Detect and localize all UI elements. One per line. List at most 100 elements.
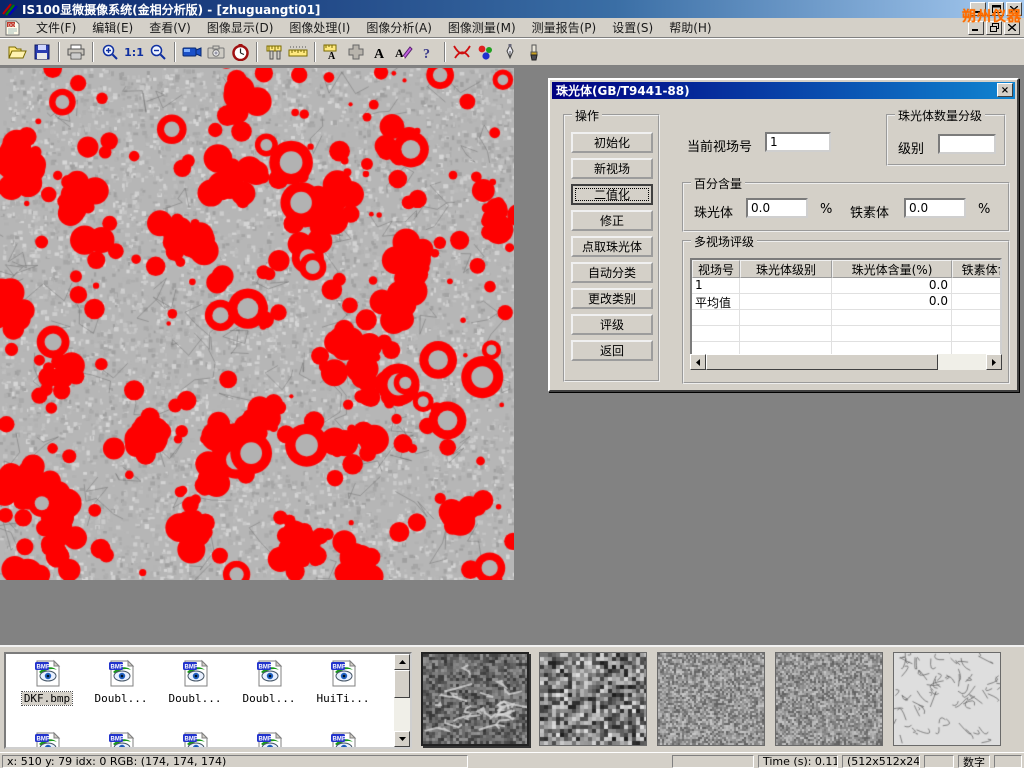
file-name[interactable]: Doubl... (167, 692, 224, 705)
current-field-input[interactable] (765, 132, 831, 152)
new-field-button[interactable]: 新视场 (571, 158, 653, 179)
file-item[interactable]: BMP (160, 730, 230, 749)
file-item[interactable]: BMPDKF.bmp (12, 658, 82, 705)
scroll-right-arrow[interactable] (986, 354, 1002, 370)
help-button[interactable]: ? (416, 40, 440, 64)
change-class-button[interactable]: 更改类别 (571, 288, 653, 309)
window-title: IS100显微摄像系统(金相分析版) - [zhuguangti01] (22, 1, 320, 18)
status-mode: 数字 (958, 755, 990, 768)
actual-size-button[interactable]: 1:1 (122, 40, 146, 64)
pearlite-percent-input[interactable] (746, 198, 808, 218)
toolbar-separator (92, 42, 94, 62)
scrollbar-thumb[interactable] (706, 354, 938, 370)
col-pearlite-grade[interactable]: 珠光体级别 (740, 260, 832, 278)
menu-item-image-analysis[interactable]: 图像分析(A) (358, 17, 440, 38)
scroll-left-arrow[interactable] (690, 354, 706, 370)
ruler-button[interactable] (286, 40, 310, 64)
status-coordinates: x: 510 y: 79 idx: 0 RGB: (174, 174, 174) (2, 755, 468, 768)
thumbnail-2[interactable] (539, 652, 647, 746)
dialog-close-button[interactable]: × (997, 83, 1013, 97)
svg-text:A: A (395, 46, 404, 60)
annotate-button[interactable]: A (392, 40, 416, 64)
document-icon[interactable]: DOC (4, 20, 22, 36)
file-item[interactable]: BMP (12, 730, 82, 749)
measure-label-button[interactable]: A (320, 40, 344, 64)
col-field-number[interactable]: 视场号 (692, 260, 740, 278)
toolbar: 1:1 A A A ? (0, 38, 1024, 66)
menu-item-image-process[interactable]: 图像处理(I) (281, 17, 358, 38)
menu-item-edit[interactable]: 编辑(E) (84, 17, 141, 38)
thumbnail-3[interactable] (657, 652, 765, 746)
table-hscrollbar[interactable] (690, 354, 1002, 370)
scroll-up-arrow[interactable] (394, 654, 410, 670)
file-item[interactable]: BMPDoubl... (234, 658, 304, 705)
caliper-button[interactable] (262, 40, 286, 64)
menu-item-measure-report[interactable]: 测量报告(P) (524, 17, 605, 38)
table-row[interactable]: 平均值 0.0 (692, 294, 1000, 310)
binarize-button[interactable]: 二值化 (571, 184, 653, 205)
menu-item-image-display[interactable]: 图像显示(D) (199, 17, 282, 38)
file-name[interactable]: Doubl... (93, 692, 150, 705)
level-input[interactable] (938, 134, 996, 154)
thumbnail-1[interactable] (421, 652, 529, 746)
auto-classify-button[interactable]: 自动分类 (571, 262, 653, 283)
return-button[interactable]: 返回 (571, 340, 653, 361)
merge-cross-button[interactable] (344, 40, 368, 64)
file-item[interactable]: BMP (308, 730, 378, 749)
file-browser[interactable]: BMPDKF.bmp BMPDoubl... BMPDoubl... BMPDo… (4, 652, 412, 749)
open-file-button[interactable] (6, 40, 30, 64)
thumbnail-4[interactable] (775, 652, 883, 746)
zoom-out-button[interactable] (146, 40, 170, 64)
title-bar: IS100显微摄像系统(金相分析版) - [zhuguangti01] (0, 0, 1024, 18)
text-button[interactable]: A (368, 40, 392, 64)
classify-balls-button[interactable] (474, 40, 498, 64)
file-name[interactable]: DKF.bmp (22, 692, 72, 705)
menu-item-help[interactable]: 帮助(H) (661, 17, 719, 38)
cell-field: 1 (692, 278, 740, 293)
brush-button[interactable] (522, 40, 546, 64)
video-camera-button[interactable] (180, 40, 204, 64)
dialog-title-bar[interactable]: 珠光体(GB/T9441-88) (552, 82, 1015, 99)
menu-item-file[interactable]: 文件(F) (28, 17, 84, 38)
watermark: 朔州仪器 (962, 6, 1022, 26)
rate-button[interactable]: 评级 (571, 314, 653, 335)
col-pearlite-content[interactable]: 珠光体含量(%) (832, 260, 952, 278)
thumbnail-5[interactable] (893, 652, 1001, 746)
cell-pearlite: 0.0 (832, 278, 952, 293)
scrollbar-thumb[interactable] (394, 670, 410, 698)
file-item[interactable]: BMPHuiTi... (308, 658, 378, 705)
camera-capture-button[interactable] (204, 40, 228, 64)
file-name[interactable]: HuiTi... (315, 692, 372, 705)
brush-icon (528, 44, 540, 61)
metallograph-image[interactable] (0, 68, 514, 580)
correct-button[interactable]: 修正 (571, 210, 653, 231)
print-button[interactable] (64, 40, 88, 64)
cut-curve-button[interactable] (450, 40, 474, 64)
menu-item-view[interactable]: 查看(V) (141, 17, 199, 38)
level-label: 级别 (898, 138, 924, 157)
scroll-down-arrow[interactable] (394, 731, 410, 747)
table-row[interactable]: 1 0.0 (692, 278, 1000, 294)
menu-item-image-measure[interactable]: 图像测量(M) (440, 17, 524, 38)
save-button[interactable] (30, 40, 54, 64)
file-item[interactable]: BMPDoubl... (86, 658, 156, 705)
file-name[interactable]: Doubl... (241, 692, 298, 705)
col-ferrite-content[interactable]: 铁素体含量(%) (952, 260, 1002, 278)
file-item[interactable]: BMP (86, 730, 156, 749)
ferrite-percent-sign: % (978, 202, 990, 217)
zoom-in-button[interactable] (98, 40, 122, 64)
timer-button[interactable] (228, 40, 252, 64)
file-vscrollbar[interactable] (394, 654, 410, 747)
status-image-size: (512x512x24) (842, 755, 920, 768)
init-button[interactable]: 初始化 (571, 132, 653, 153)
menu-item-settings[interactable]: 设置(S) (604, 17, 661, 38)
text-icon: A (373, 45, 387, 60)
ferrite-label: 铁素体 (850, 202, 889, 221)
pearlite-label: 珠光体 (694, 202, 733, 221)
pen-button[interactable] (498, 40, 522, 64)
file-item[interactable]: BMP (234, 730, 304, 749)
scrollbar-track[interactable] (938, 354, 986, 370)
ferrite-percent-input[interactable] (904, 198, 966, 218)
pick-pearlite-button[interactable]: 点取珠光体 (571, 236, 653, 257)
file-item[interactable]: BMPDoubl... (160, 658, 230, 705)
